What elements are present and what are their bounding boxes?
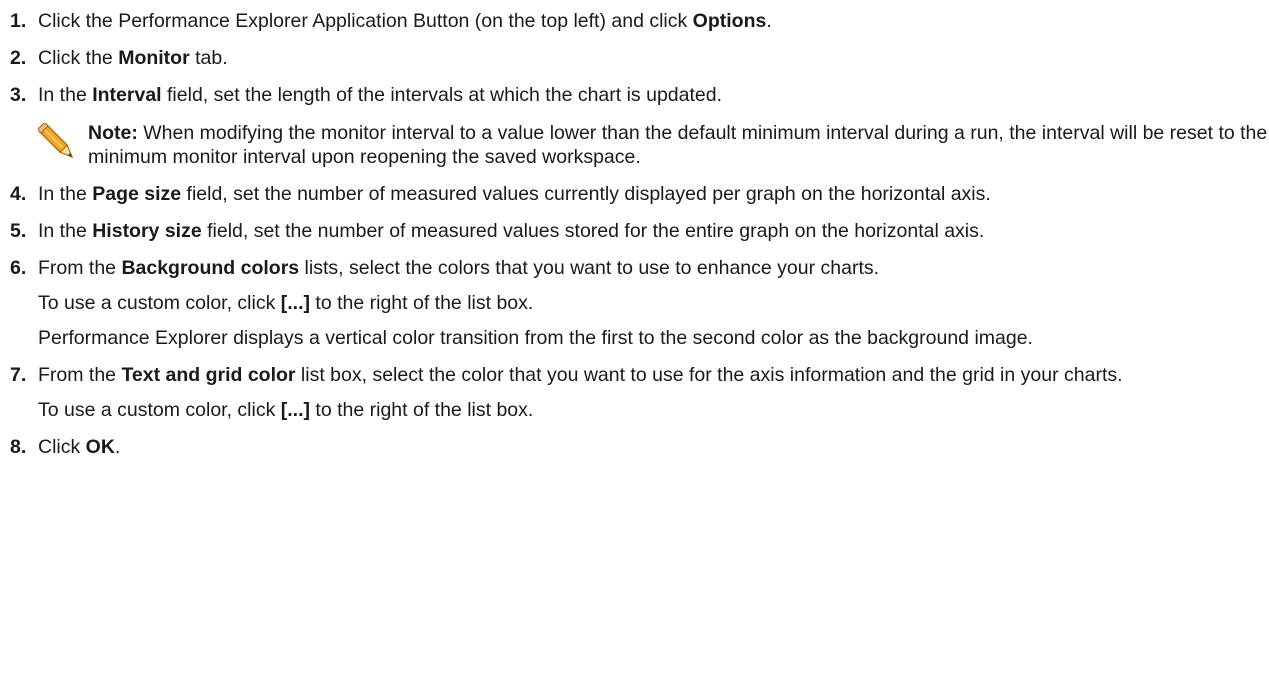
step-1: 1. Click the Performance Explorer Applic… bbox=[10, 9, 1269, 33]
step-number: 2. bbox=[10, 47, 27, 69]
step-number: 5. bbox=[10, 220, 27, 242]
pencil-icon bbox=[38, 123, 74, 159]
ui-term-ok: OK bbox=[85, 436, 115, 458]
procedure-steps: 1. Click the Performance Explorer Applic… bbox=[10, 9, 1269, 459]
ui-term-page-size: Page size bbox=[92, 183, 182, 205]
step-6: 6. From the Background colors lists, sel… bbox=[10, 256, 1269, 350]
step-text: In the Page size field, set the number o… bbox=[38, 183, 991, 205]
ui-term-text-and-grid-color: Text and grid color bbox=[121, 364, 296, 386]
step-7: 7. From the Text and grid color list box… bbox=[10, 363, 1269, 422]
step-text: From the Text and grid color list box, s… bbox=[38, 364, 1123, 386]
step-text: Click the Performance Explorer Applicati… bbox=[38, 10, 772, 32]
step-info: Performance Explorer displays a vertical… bbox=[38, 327, 1033, 349]
ui-term-ellipsis-button: [...] bbox=[280, 399, 311, 421]
note-label: Note: bbox=[88, 122, 138, 144]
ui-term-ellipsis-button: [...] bbox=[280, 292, 311, 314]
ui-term-options: Options bbox=[692, 10, 767, 32]
step-text: Click OK. bbox=[38, 436, 121, 458]
step-number: 7. bbox=[10, 364, 27, 386]
note-text: Note: When modifying the monitor interva… bbox=[88, 122, 1268, 168]
note-block: Note: When modifying the monitor interva… bbox=[38, 121, 1269, 169]
ui-term-interval: Interval bbox=[92, 84, 162, 106]
step-info: To use a custom color, click [...] to th… bbox=[38, 399, 534, 421]
step-2: 2. Click the Monitor tab. bbox=[10, 46, 1269, 70]
step-text: From the Background colors lists, select… bbox=[38, 257, 880, 279]
ui-term-history-size: History size bbox=[92, 220, 202, 242]
document-page: 1. Click the Performance Explorer Applic… bbox=[0, 0, 1269, 678]
step-text: Click the Monitor tab. bbox=[38, 47, 228, 69]
step-4: 4. In the Page size field, set the numbe… bbox=[10, 182, 1269, 206]
ui-term-background-colors: Background colors bbox=[121, 257, 300, 279]
ui-term-monitor: Monitor bbox=[118, 47, 190, 69]
step-3: 3. In the Interval field, set the length… bbox=[10, 83, 1269, 169]
step-info: To use a custom color, click [...] to th… bbox=[38, 292, 534, 314]
step-text: In the Interval field, set the length of… bbox=[38, 84, 723, 106]
step-8: 8. Click OK. bbox=[10, 435, 1269, 459]
step-number: 3. bbox=[10, 84, 27, 106]
step-number: 4. bbox=[10, 183, 27, 205]
step-number: 6. bbox=[10, 257, 27, 279]
step-5: 5. In the History size field, set the nu… bbox=[10, 219, 1269, 243]
step-number: 1. bbox=[10, 10, 27, 32]
step-number: 8. bbox=[10, 436, 27, 458]
step-text: In the History size field, set the numbe… bbox=[38, 220, 985, 242]
